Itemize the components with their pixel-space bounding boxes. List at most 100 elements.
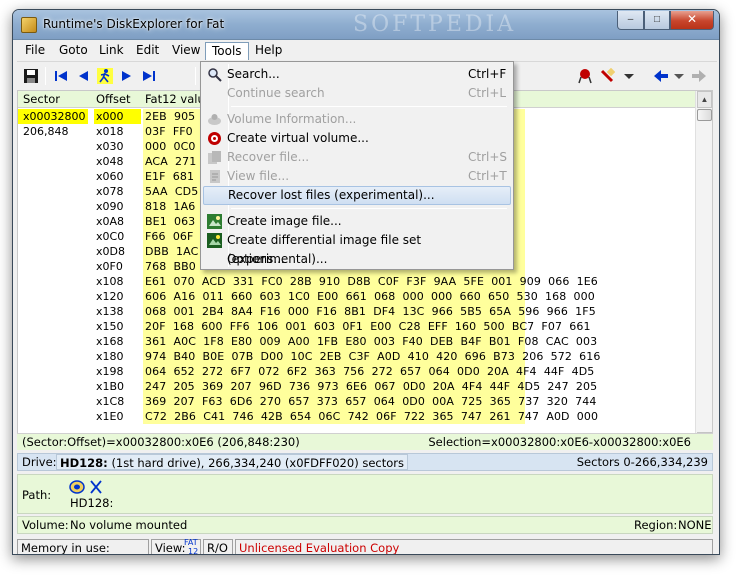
menu-item-label: Search... — [227, 67, 280, 81]
bookmark-icon[interactable] — [577, 68, 593, 84]
volume-value: No volume mounted — [70, 518, 188, 532]
offset-cell: x000 — [94, 109, 141, 124]
hex-values[interactable]: 068 001 2B4 8A4 F16 000 F16 8B1 DF4 13C … — [143, 304, 596, 319]
marker-icon[interactable] — [599, 68, 615, 84]
watermark: SOFTPEDIA — [353, 12, 517, 37]
view-file-icon — [210, 170, 220, 183]
menu-separator — [231, 208, 507, 209]
menu-item-create-differential-image[interactable]: Create differential image file set (expe… — [203, 231, 511, 266]
view-label: View: — [155, 541, 186, 555]
column-header-sector[interactable]: Sector — [23, 92, 60, 106]
menu-item-recover-lost-files[interactable]: Recover lost files (experimental)... — [203, 186, 511, 205]
goto-runner-icon[interactable] — [97, 68, 113, 84]
cursor-position: (Sector:Offset)=x00032800:x0E6 (206,848:… — [22, 435, 300, 449]
offset-cell: x048 — [96, 155, 124, 168]
menu-item-volume-information[interactable]: Volume Information... — [203, 110, 511, 129]
hex-values[interactable]: 247 205 369 207 96D 736 973 6E6 067 0D0 … — [143, 379, 597, 394]
menu-tools[interactable]: Tools — [205, 42, 249, 60]
image-file-icon — [207, 214, 222, 229]
position-status: (Sector:Offset)=x00032800:x0E6 (206,848:… — [17, 433, 713, 450]
minimize-button[interactable]: – — [617, 11, 644, 30]
menu-item-label: Create virtual volume... — [227, 131, 369, 145]
offset-cell: x078 — [96, 185, 124, 198]
maximize-button[interactable]: □ — [644, 11, 670, 30]
close-button[interactable]: ✕ — [670, 11, 714, 30]
table-row[interactable]: x1C8 369 207 F63 6D6 270 657 373 657 064 … — [18, 394, 695, 409]
chevron-down-icon[interactable] — [621, 68, 637, 84]
table-row[interactable]: x1E0 C72 2B6 C41 746 42B 654 06C 742 06F … — [18, 409, 695, 424]
menu-item-label: Options... — [227, 252, 285, 266]
region-value: NONE — [678, 518, 712, 532]
offset-cell: x198 — [96, 365, 124, 378]
menu-edit[interactable]: Edit — [130, 42, 165, 60]
menu-goto[interactable]: Goto — [53, 42, 94, 60]
table-row[interactable]: x1B0 247 205 369 207 96D 736 973 6E6 067 … — [18, 379, 695, 394]
hex-values[interactable]: 606 A16 011 660 603 1C0 E00 661 068 000 … — [143, 289, 595, 304]
menu-file[interactable]: File — [19, 42, 51, 60]
drive-description: (1st hard drive), 266,334,240 (x0FDFF020… — [111, 456, 404, 470]
view-panel[interactable]: View: FAT 12 — [151, 539, 201, 555]
title-bar[interactable]: Runtime's DiskExplorer for Fat SOFTPEDIA… — [13, 10, 719, 40]
license-status: Unlicensed Evaluation Copy — [235, 539, 713, 554]
menu-item-search[interactable]: Search... Ctrl+F — [203, 65, 511, 84]
search-icon — [208, 68, 222, 82]
menu-item-create-image-file[interactable]: Create image file... — [203, 212, 511, 231]
volume-bar: Volume: No volume mounted Region: NONE — [17, 516, 713, 534]
next-icon[interactable] — [119, 68, 135, 84]
offset-cell: x180 — [96, 350, 124, 363]
hex-values[interactable]: E61 070 ACD 331 FC0 28B 910 D8B C0F F3F … — [143, 274, 598, 289]
column-header-offset[interactable]: Offset — [96, 92, 131, 106]
mode-indicator: R/O — [203, 539, 233, 554]
hex-values[interactable]: 20F 168 600 FF6 106 001 603 0F1 E00 C28 … — [143, 319, 590, 334]
table-row[interactable]: x180 974 B40 B0E 07B D00 10C 2EB C3F A0D … — [18, 349, 695, 364]
menu-item-label: Volume Information... — [227, 112, 357, 126]
hex-values[interactable]: 974 B40 B0E 07B D00 10C 2EB C3F A0D 410 … — [143, 349, 600, 364]
table-row[interactable]: x138 068 001 2B4 8A4 F16 000 F16 8B1 DF4 … — [18, 304, 695, 319]
offset-cell: x108 — [96, 275, 124, 288]
menu-view[interactable]: View — [166, 42, 206, 60]
menu-item-shortcut: Ctrl+L — [468, 86, 507, 100]
previous-icon[interactable] — [75, 68, 91, 84]
scroll-up-button[interactable]: ▲ — [697, 91, 712, 108]
save-icon[interactable] — [23, 68, 39, 84]
menu-item-continue-search[interactable]: Continue search Ctrl+L — [203, 84, 511, 103]
menu-item-label: Recover file... — [227, 150, 310, 164]
sector-cell: x00032800 — [18, 109, 88, 124]
last-icon[interactable] — [141, 68, 157, 84]
hex-values[interactable]: C72 2B6 C41 746 42B 654 06C 742 06F 722 … — [143, 409, 598, 424]
virtual-volume-icon — [208, 132, 221, 145]
sector-cell: 206,848 — [23, 125, 69, 138]
menu-link[interactable]: Link — [93, 42, 130, 60]
offset-cell: x120 — [96, 290, 124, 303]
menu-help[interactable]: Help — [249, 42, 288, 60]
hex-values[interactable]: 064 652 272 6F7 072 6F2 363 756 272 657 … — [143, 364, 594, 379]
menu-item-recover-file[interactable]: Recover file... Ctrl+S — [203, 148, 511, 167]
first-icon[interactable] — [53, 68, 69, 84]
menu-item-options[interactable]: Options... — [203, 250, 511, 269]
vertical-scrollbar[interactable]: ▲ ▼ — [695, 91, 712, 449]
offset-cell: x0A8 — [96, 215, 125, 228]
chevron-down-icon[interactable] — [671, 68, 687, 84]
table-row[interactable]: x120 606 A16 011 660 603 1C0 E00 661 068 … — [18, 289, 695, 304]
table-row[interactable]: x150 20F 168 600 FF6 106 001 603 0F1 E00 … — [18, 319, 695, 334]
drive-icon[interactable] — [69, 480, 85, 494]
scroll-thumb[interactable] — [697, 109, 712, 121]
forward-arrow-icon[interactable] — [691, 68, 707, 84]
path-panel: Path: HD128: — [17, 474, 713, 514]
memory-usage: Memory in use: 454364 — [17, 539, 149, 554]
menu-item-create-virtual-volume[interactable]: Create virtual volume... — [203, 129, 511, 148]
path-label: Path: — [22, 488, 52, 502]
offset-cell: x018 — [96, 125, 124, 138]
table-row[interactable]: x168 361 A0C 1F8 E80 009 A00 1FB E80 003 … — [18, 334, 695, 349]
hex-values[interactable]: 369 207 F63 6D6 270 657 373 657 064 0D0 … — [143, 394, 596, 409]
back-arrow-icon[interactable] — [653, 68, 669, 84]
menu-item-view-file[interactable]: View file... Ctrl+T — [203, 167, 511, 186]
hex-values[interactable]: 361 A0C 1F8 E80 009 A00 1FB E80 003 F40 … — [143, 334, 597, 349]
app-icon — [21, 17, 37, 33]
selection-range: Selection=x00032800:x0E6-x00032800:x0E6 — [428, 435, 691, 449]
tools-menu-dropdown: Search... Ctrl+F Continue search Ctrl+L … — [200, 61, 514, 270]
link-icon[interactable] — [89, 480, 103, 494]
table-row[interactable]: x108 E61 070 ACD 331 FC0 28B 910 D8B C0F … — [18, 274, 695, 289]
table-row[interactable]: x198 064 652 272 6F7 072 6F2 363 756 272 … — [18, 364, 695, 379]
drive-info[interactable]: HD128: (1st hard drive), 266,334,240 (x0… — [56, 454, 408, 470]
